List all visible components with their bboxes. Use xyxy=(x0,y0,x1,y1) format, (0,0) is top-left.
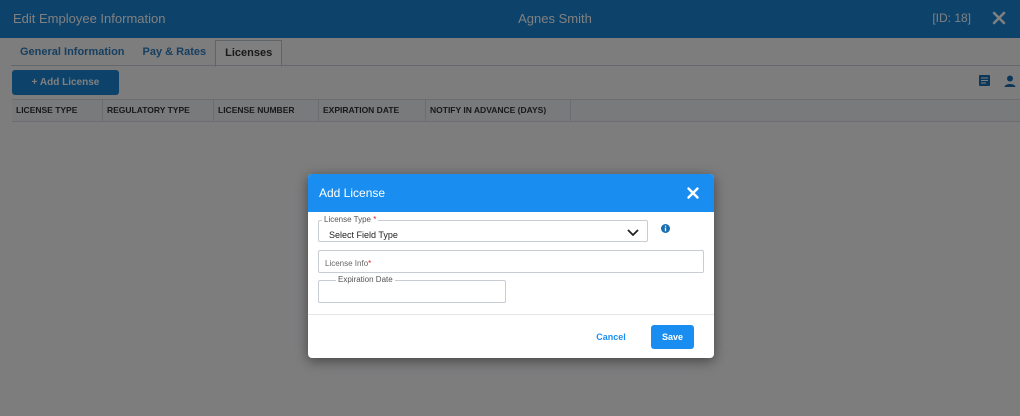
expiration-date-field[interactable]: Expiration Date xyxy=(318,275,506,303)
license-type-label: License Type * xyxy=(322,215,379,224)
add-license-dialog: Add License License Type * Select Field … xyxy=(308,174,714,358)
license-info-field[interactable]: License Info* xyxy=(318,250,704,273)
expiration-date-label: Expiration Date xyxy=(336,275,395,284)
cancel-button[interactable]: Cancel xyxy=(590,325,632,349)
info-icon[interactable] xyxy=(661,224,670,233)
save-button[interactable]: Save xyxy=(651,325,694,349)
dialog-divider xyxy=(308,314,714,315)
chevron-down-icon xyxy=(627,229,639,236)
license-type-value: Select Field Type xyxy=(329,230,398,240)
dialog-close-icon[interactable] xyxy=(686,186,700,200)
license-type-select[interactable]: License Type * Select Field Type xyxy=(318,215,648,242)
dialog-title: Add License xyxy=(319,186,386,200)
dialog-header: Add License xyxy=(308,174,714,212)
license-info-label: License Info* xyxy=(325,259,372,268)
